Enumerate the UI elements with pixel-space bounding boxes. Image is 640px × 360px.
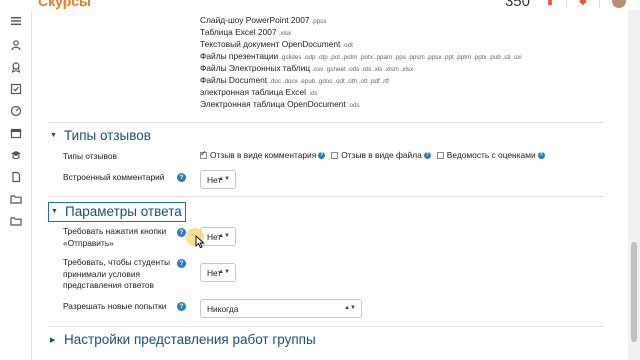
header-actions: 350 ▮ ◆ — [505, 0, 640, 10]
require-submit-select[interactable]: Нет ▲▼ — [200, 227, 236, 246]
header-counter: 350 — [504, 0, 530, 10]
file-type-name: Файлы Document — [200, 75, 268, 85]
courses-icon[interactable] — [9, 148, 23, 162]
attempts-label: Разрешать новые попытки — [63, 301, 167, 311]
folder-icon[interactable] — [9, 192, 23, 206]
file-type-ext: .xlsx — [278, 30, 292, 37]
mouse-cursor-icon — [195, 235, 205, 249]
header-divider — [599, 0, 600, 8]
section-title: Типы отзывов — [64, 128, 151, 143]
file-type-ext: .csv .gsheet .ods .ots .xls .xlsm .xlsx — [312, 66, 414, 73]
header-divider — [566, 0, 567, 8]
chevron-right-icon: ▶ — [50, 336, 56, 344]
file-type-item: Файлы Электронных таблиц .csv .gsheet .od… — [200, 63, 413, 73]
file-type-name: электронная таблица Excel — [200, 87, 306, 97]
file-type-ext: .doc .docx .epub .gdoc .odt .oth .ott .p… — [269, 78, 389, 85]
scrollbar-thumb[interactable] — [631, 242, 637, 342]
inline-comment-label: Встроенный комментарий — [63, 172, 165, 182]
select-arrow-icon: ▲▼ — [218, 176, 230, 182]
inline-comment-select[interactable]: Нет ▲▼ — [200, 170, 236, 189]
checkbox-label: Отзыв в виде файла — [341, 150, 422, 160]
require-accept-label: Требовать, чтобы студенты принимали усло… — [63, 257, 170, 290]
files-icon[interactable] — [9, 170, 23, 184]
file-type-item: Таблица Excel 2007 .xlsx — [200, 27, 291, 37]
feedback-types-options: Отзыв в виде комментария ? Отзыв в виде … — [200, 149, 551, 160]
section-submission-settings[interactable]: ▼ Параметры ответа — [48, 202, 186, 222]
section-divider — [48, 326, 604, 327]
dashboard-icon[interactable] — [9, 104, 23, 118]
section-title: Настройки представления работ группы — [64, 332, 316, 347]
select-value: Никогда — [207, 303, 239, 314]
section-feedback-types[interactable]: ▼ Типы отзывов — [50, 128, 151, 143]
file-type-item: электронная таблица Excel .xls — [200, 87, 317, 97]
file-type-name: Файлы презентации — [200, 51, 279, 61]
file-type-name: Текстовый документ OpenDocument — [200, 39, 341, 49]
select-arrow-icon: ▲▼ — [218, 233, 230, 239]
file-type-item: Слайд-шоу PowerPoint 2007 .ppsx — [200, 15, 327, 25]
attempts-select[interactable]: Никогда ▲▼ — [200, 299, 362, 318]
file-type-name: Таблица Excel 2007 — [200, 27, 277, 37]
file-type-name: Файлы Электронных таблиц — [200, 63, 311, 73]
file-type-ext: .ods — [347, 102, 360, 109]
competencies-icon[interactable] — [9, 82, 23, 96]
help-icon[interactable]: ? — [177, 173, 186, 182]
vertical-scrollbar[interactable] — [628, 10, 640, 360]
file-type-ext: .gslides .odp .otp .pot .potm .potx .ppa… — [280, 54, 522, 61]
user-avatar[interactable] — [612, 0, 626, 8]
folder-icon[interactable] — [9, 214, 23, 228]
help-icon[interactable]: ? — [177, 302, 186, 311]
select-arrow-icon: ▲▼ — [344, 305, 356, 311]
notification-icon[interactable]: ▮ — [545, 0, 555, 7]
checkbox-label: Отзыв в виде комментария — [210, 150, 317, 160]
top-header: Скурсы 350 ▮ ◆ — [0, 0, 640, 10]
participants-icon[interactable] — [9, 38, 23, 52]
feedback-gradesheet-checkbox[interactable] — [436, 151, 444, 159]
help-icon[interactable]: ? — [177, 228, 186, 237]
file-type-ext: .xls — [307, 90, 318, 97]
menu-icon[interactable] — [9, 14, 23, 28]
messages-icon[interactable]: ◆ — [578, 0, 588, 7]
require-submit-label: Требовать нажатия кнопки «Отправить» — [63, 226, 167, 248]
require-accept-select[interactable]: Нет ▲▼ — [200, 263, 236, 282]
calendar-icon[interactable] — [9, 126, 23, 140]
section-group-submission[interactable]: ▶ Настройки представления работ группы — [50, 332, 316, 347]
help-icon[interactable]: ? — [537, 151, 545, 159]
file-type-ext: .odt — [342, 42, 353, 49]
file-type-item: Текстовый документ OpenDocument .odt — [200, 39, 353, 49]
help-icon[interactable]: ? — [318, 151, 326, 159]
section-divider — [48, 122, 604, 123]
file-type-item: Файлы презентации .gslides .odp .otp .pot… — [200, 51, 522, 61]
chevron-down-icon: ▼ — [50, 132, 57, 139]
file-type-item: Электронная таблица OpenDocument .ods — [200, 99, 360, 109]
section-title: Параметры ответа — [65, 204, 182, 219]
feedback-comments-checkbox[interactable] — [200, 149, 207, 159]
chevron-down-icon: ▼ — [51, 208, 58, 215]
file-type-ext: .ppsx — [311, 18, 327, 25]
help-icon[interactable]: ? — [423, 151, 431, 159]
left-nav-drawer — [0, 10, 32, 360]
file-type-item: Файлы Document .doc .docx .epub .gdoc .od… — [200, 75, 389, 85]
badges-icon[interactable] — [9, 60, 23, 74]
select-arrow-icon: ▲▼ — [218, 269, 230, 275]
checkbox-label: Ведомость с оценками — [446, 150, 536, 160]
site-logo[interactable]: Скурсы — [38, 0, 91, 9]
file-type-name: Слайд-шоу PowerPoint 2007 — [200, 15, 310, 25]
feedback-file-checkbox[interactable] — [331, 151, 339, 159]
section-divider — [48, 196, 604, 197]
help-icon[interactable]: ? — [177, 259, 186, 268]
feedback-types-label: Типы отзывов — [63, 151, 117, 161]
file-type-name: Электронная таблица OpenDocument — [200, 99, 346, 109]
